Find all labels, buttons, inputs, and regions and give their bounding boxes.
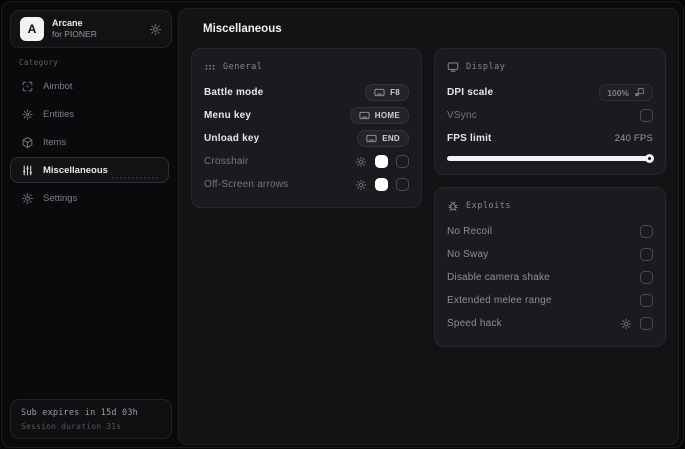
main-content: Miscellaneous General Battle mode F8 Men… — [178, 8, 679, 445]
extended-melee-range-row: Extended melee range — [447, 289, 653, 312]
sub-expires-text: Sub expires in 15d 03h — [21, 408, 138, 418]
keybind-value: F8 — [390, 88, 400, 97]
fps-limit-slider[interactable] — [447, 154, 654, 163]
battle-mode-row: Battle mode F8 — [204, 81, 409, 104]
no-sway-checkbox[interactable] — [640, 248, 653, 261]
display-panel-title: Display — [466, 62, 506, 72]
session-duration-text: Session duration 31s — [21, 422, 122, 431]
no-sway-label: No Sway — [447, 249, 489, 260]
crosshair-color-swatch[interactable] — [375, 155, 388, 168]
keybind-value: END — [382, 134, 400, 143]
unload-key-label: Unload key — [204, 133, 260, 144]
crosshair-row: Crosshair — [204, 150, 409, 173]
sidebar-item-entities[interactable]: Entities — [10, 101, 169, 127]
vsync-label: VSync — [447, 110, 477, 121]
page-title: Miscellaneous — [203, 23, 282, 35]
sidebar-item-label: Entities — [43, 108, 75, 120]
keyboard-icon — [366, 134, 377, 143]
menu-key-keybind[interactable]: HOME — [349, 107, 409, 124]
app-header: A Arcane for PIONER — [10, 10, 172, 48]
no-sway-row: No Sway — [447, 243, 653, 266]
sidebar-item-miscellaneous[interactable]: Miscellaneous — [10, 157, 169, 183]
general-panel: General Battle mode F8 Menu key HOME Unl… — [191, 48, 422, 208]
menu-key-label: Menu key — [204, 110, 252, 121]
subscription-info: Sub expires in 15d 03h Session duration … — [10, 399, 172, 439]
unload-key-row: Unload key END — [204, 127, 409, 150]
crosshair-settings-gear-icon[interactable] — [355, 156, 367, 168]
speed-hack-checkbox[interactable] — [640, 317, 653, 330]
dpi-scale-selector[interactable]: 100% — [599, 84, 653, 101]
unload-key-keybind[interactable]: END — [357, 130, 409, 147]
crosshair-checkbox[interactable] — [396, 155, 409, 168]
app-title-block: Arcane for PIONER — [52, 18, 97, 40]
offscreen-arrows-color-swatch[interactable] — [375, 178, 388, 191]
vsync-row: VSync — [447, 104, 653, 127]
cube-icon — [21, 136, 34, 149]
fps-slider-fill — [447, 156, 653, 161]
dpi-scale-value: 100% — [607, 87, 629, 98]
sidebar-item-label: Settings — [43, 192, 78, 204]
speed-hack-settings-gear-icon[interactable] — [620, 318, 632, 330]
sidebar-item-items[interactable]: Items — [10, 129, 169, 155]
offscreen-arrows-settings-gear-icon[interactable] — [355, 179, 367, 191]
no-recoil-row: No Recoil — [447, 220, 653, 243]
offscreen-arrows-row: Off-Screen arrows — [204, 173, 409, 196]
extended-melee-range-label: Extended melee range — [447, 295, 552, 306]
vsync-checkbox[interactable] — [640, 109, 653, 122]
dpi-scale-label: DPI scale — [447, 87, 494, 98]
monitor-icon — [447, 61, 459, 73]
sidebar-item-settings[interactable]: Settings — [10, 185, 169, 211]
settings-icon[interactable] — [149, 23, 162, 36]
offscreen-arrows-checkbox[interactable] — [396, 178, 409, 191]
sidebar: A Arcane for PIONER Category Aimbot Enti… — [2, 2, 177, 447]
category-label: Category — [19, 58, 59, 67]
menu-key-row: Menu key HOME — [204, 104, 409, 127]
app-window: A Arcane for PIONER Category Aimbot Enti… — [1, 1, 684, 448]
offscreen-arrows-label: Off-Screen arrows — [204, 179, 289, 190]
speed-hack-label: Speed hack — [447, 318, 502, 329]
sliders-icon — [21, 164, 34, 177]
extended-melee-range-checkbox[interactable] — [640, 294, 653, 307]
battle-mode-label: Battle mode — [204, 87, 264, 98]
grid-dots-icon — [204, 61, 216, 73]
fps-limit-label: FPS limit — [447, 133, 492, 144]
crosshair-label: Crosshair — [204, 156, 249, 167]
keybind-value: HOME — [374, 111, 400, 120]
app-subtitle: for PIONER — [52, 29, 97, 40]
bug-icon — [447, 200, 459, 212]
fps-slider-knob[interactable] — [645, 154, 654, 163]
display-panel: Display DPI scale 100% VSync FPS limit 2… — [434, 48, 666, 175]
dpi-scale-row: DPI scale 100% — [447, 81, 653, 104]
disable-camera-shake-row: Disable camera shake — [447, 266, 653, 289]
exploits-panel-title: Exploits — [466, 201, 511, 211]
battle-mode-keybind[interactable]: F8 — [365, 84, 409, 101]
entities-icon — [21, 108, 34, 121]
keyboard-icon — [359, 111, 370, 120]
sidebar-item-label: Items — [43, 136, 67, 148]
speed-hack-row: Speed hack — [447, 312, 653, 335]
watermark-dots — [112, 177, 158, 179]
disable-camera-shake-label: Disable camera shake — [447, 272, 550, 283]
no-recoil-checkbox[interactable] — [640, 225, 653, 238]
general-panel-title: General — [223, 62, 263, 72]
no-recoil-label: No Recoil — [447, 226, 493, 237]
scale-icon — [634, 87, 645, 98]
app-name: Arcane — [52, 18, 83, 29]
crosshair-icon — [21, 80, 34, 93]
disable-camera-shake-checkbox[interactable] — [640, 271, 653, 284]
sidebar-nav: Aimbot Entities Items Miscellaneous Sett… — [2, 73, 177, 211]
sidebar-item-label: Miscellaneous — [43, 164, 108, 176]
exploits-panel: Exploits No Recoil No Sway Disable camer… — [434, 187, 666, 347]
app-logo: A — [20, 17, 44, 41]
sidebar-item-aimbot[interactable]: Aimbot — [10, 73, 169, 99]
sidebar-item-label: Aimbot — [43, 80, 73, 92]
fps-limit-row: FPS limit 240 FPS — [447, 127, 653, 150]
fps-limit-value: 240 FPS — [614, 133, 653, 144]
keyboard-icon — [374, 88, 385, 97]
gear-icon — [21, 192, 34, 205]
